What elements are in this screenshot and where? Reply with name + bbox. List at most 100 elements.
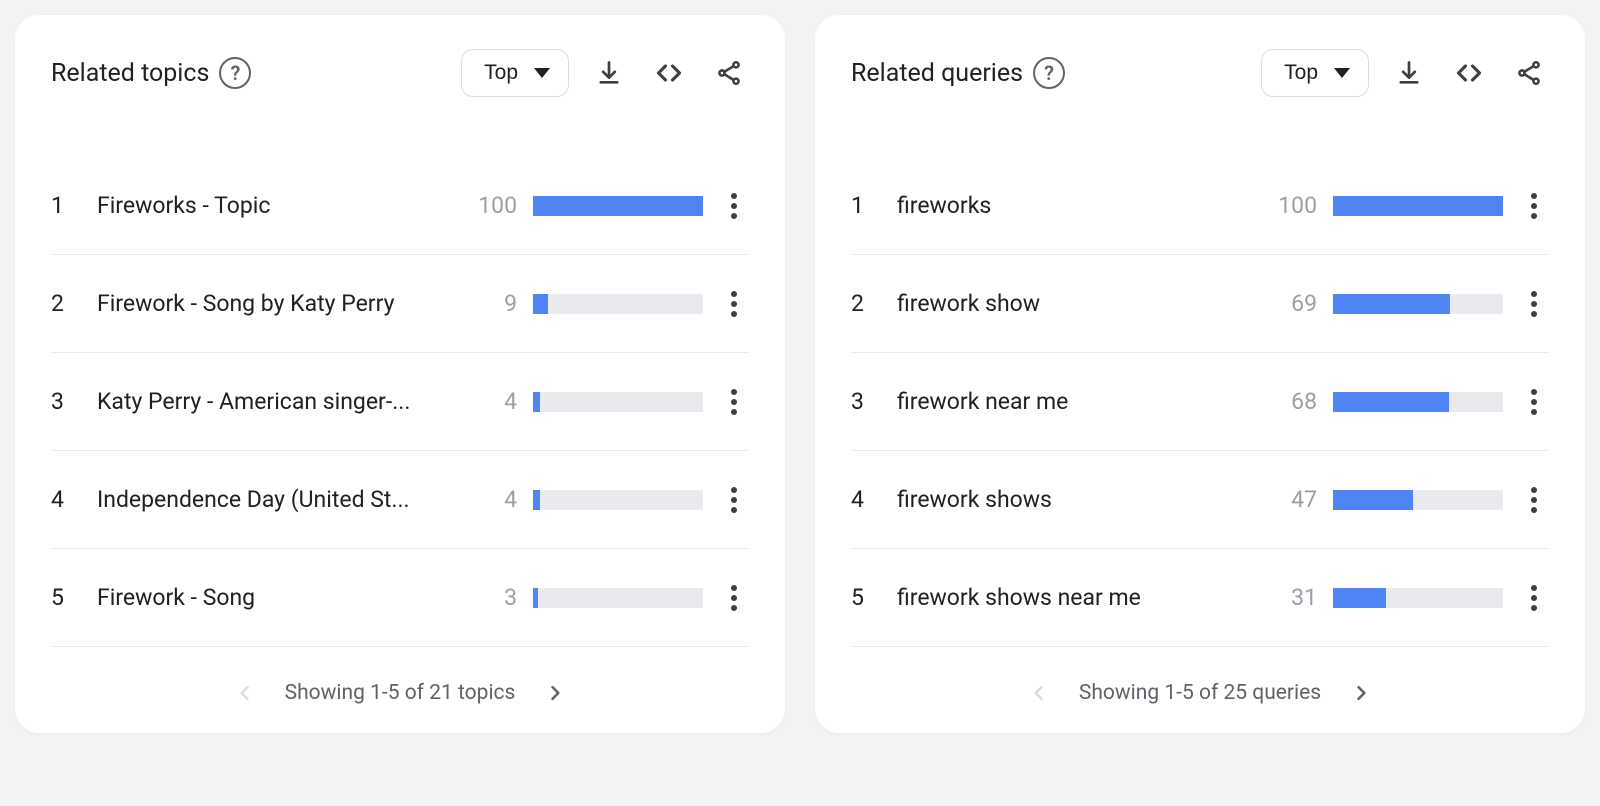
list-item[interactable]: 1 Fireworks - Topic 100 (51, 157, 749, 255)
result-list: 1 fireworks 100 2 firework show 69 3 firework n… (851, 157, 1549, 647)
download-icon[interactable] (589, 53, 629, 93)
bar-track (533, 196, 703, 216)
list-item[interactable]: 5 firework shows near me 31 (851, 549, 1549, 647)
bar-track (533, 392, 703, 412)
bar-fill (1333, 196, 1503, 216)
rank: 3 (851, 388, 881, 415)
more-options-icon[interactable] (1519, 389, 1549, 415)
panel-header: Related queries? Top (851, 49, 1549, 97)
bar-fill (1333, 294, 1450, 314)
item-label: Firework - Song by Katy Perry (97, 290, 453, 317)
item-label: firework shows (897, 486, 1253, 513)
list-item[interactable]: 2 firework show 69 (851, 255, 1549, 353)
more-options-icon[interactable] (1519, 291, 1549, 317)
item-value: 3 (469, 584, 517, 611)
sort-label: Top (484, 61, 518, 85)
item-value: 100 (1269, 192, 1317, 219)
bar-fill (1333, 490, 1413, 510)
rank: 4 (851, 486, 881, 513)
item-value: 31 (1269, 584, 1317, 611)
pagination-text: Showing 1-5 of 25 queries (1079, 681, 1321, 705)
bar-fill (533, 392, 540, 412)
sort-dropdown[interactable]: Top (1261, 49, 1369, 97)
rank: 2 (851, 290, 881, 317)
item-value: 9 (469, 290, 517, 317)
embed-icon[interactable] (1449, 53, 1489, 93)
item-label: firework show (897, 290, 1253, 317)
more-options-icon[interactable] (719, 193, 749, 219)
rank: 4 (51, 486, 81, 513)
item-label: firework near me (897, 388, 1253, 415)
pagination: Showing 1-5 of 21 topics (51, 677, 749, 709)
item-value: 68 (1269, 388, 1317, 415)
list-item[interactable]: 3 firework near me 68 (851, 353, 1549, 451)
list-item[interactable]: 2 Firework - Song by Katy Perry 9 (51, 255, 749, 353)
bar-fill (533, 294, 548, 314)
bar-fill (533, 588, 538, 608)
list-item[interactable]: 4 firework shows 47 (851, 451, 1549, 549)
item-label: firework shows near me (897, 584, 1253, 611)
item-value: 4 (469, 486, 517, 513)
item-value: 100 (469, 192, 517, 219)
rank: 3 (51, 388, 81, 415)
sort-dropdown[interactable]: Top (461, 49, 569, 97)
more-options-icon[interactable] (1519, 193, 1549, 219)
bar-track (533, 490, 703, 510)
list-item[interactable]: 3 Katy Perry - American singer-... 4 (51, 353, 749, 451)
bar-track (1333, 588, 1503, 608)
panel-title: Related queries (851, 59, 1023, 88)
item-label: Independence Day (United St... (97, 486, 453, 513)
item-value: 69 (1269, 290, 1317, 317)
bar-track (1333, 490, 1503, 510)
rank: 1 (51, 192, 81, 219)
help-icon[interactable]: ? (1033, 57, 1065, 89)
list-item[interactable]: 5 Firework - Song 3 (51, 549, 749, 647)
share-icon[interactable] (709, 53, 749, 93)
item-label: Fireworks - Topic (97, 192, 453, 219)
help-icon[interactable]: ? (219, 57, 251, 89)
panel-title: Related topics (51, 59, 209, 88)
item-label: Katy Perry - American singer-... (97, 388, 453, 415)
rank: 1 (851, 192, 881, 219)
rank: 2 (51, 290, 81, 317)
bar-track (533, 294, 703, 314)
more-options-icon[interactable] (719, 389, 749, 415)
more-options-icon[interactable] (1519, 487, 1549, 513)
more-options-icon[interactable] (1519, 585, 1549, 611)
list-item[interactable]: 1 fireworks 100 (851, 157, 1549, 255)
bar-fill (533, 490, 540, 510)
title-wrap: Related topics? (51, 57, 251, 89)
sort-label: Top (1284, 61, 1318, 85)
more-options-icon[interactable] (719, 487, 749, 513)
item-value: 4 (469, 388, 517, 415)
related-queries-panel: Related queries? Top 1 fireworks 100 2 firewor… (815, 15, 1585, 733)
prev-page-button[interactable] (229, 677, 261, 709)
next-page-button[interactable] (539, 677, 571, 709)
chevron-down-icon (534, 68, 550, 78)
bar-track (1333, 392, 1503, 412)
rank: 5 (51, 584, 81, 611)
rank: 5 (851, 584, 881, 611)
result-list: 1 Fireworks - Topic 100 2 Firework - Song by… (51, 157, 749, 647)
more-options-icon[interactable] (719, 291, 749, 317)
bar-track (533, 588, 703, 608)
more-options-icon[interactable] (719, 585, 749, 611)
list-item[interactable]: 4 Independence Day (United St... 4 (51, 451, 749, 549)
item-value: 47 (1269, 486, 1317, 513)
next-page-button[interactable] (1345, 677, 1377, 709)
download-icon[interactable] (1389, 53, 1429, 93)
panel-header: Related topics? Top (51, 49, 749, 97)
bar-fill (533, 196, 703, 216)
item-label: fireworks (897, 192, 1253, 219)
share-icon[interactable] (1509, 53, 1549, 93)
pagination-text: Showing 1-5 of 21 topics (285, 681, 516, 705)
bar-fill (1333, 392, 1449, 412)
bar-track (1333, 294, 1503, 314)
chevron-down-icon (1334, 68, 1350, 78)
bar-track (1333, 196, 1503, 216)
embed-icon[interactable] (649, 53, 689, 93)
item-label: Firework - Song (97, 584, 453, 611)
bar-fill (1333, 588, 1386, 608)
title-wrap: Related queries? (851, 57, 1065, 89)
prev-page-button[interactable] (1023, 677, 1055, 709)
